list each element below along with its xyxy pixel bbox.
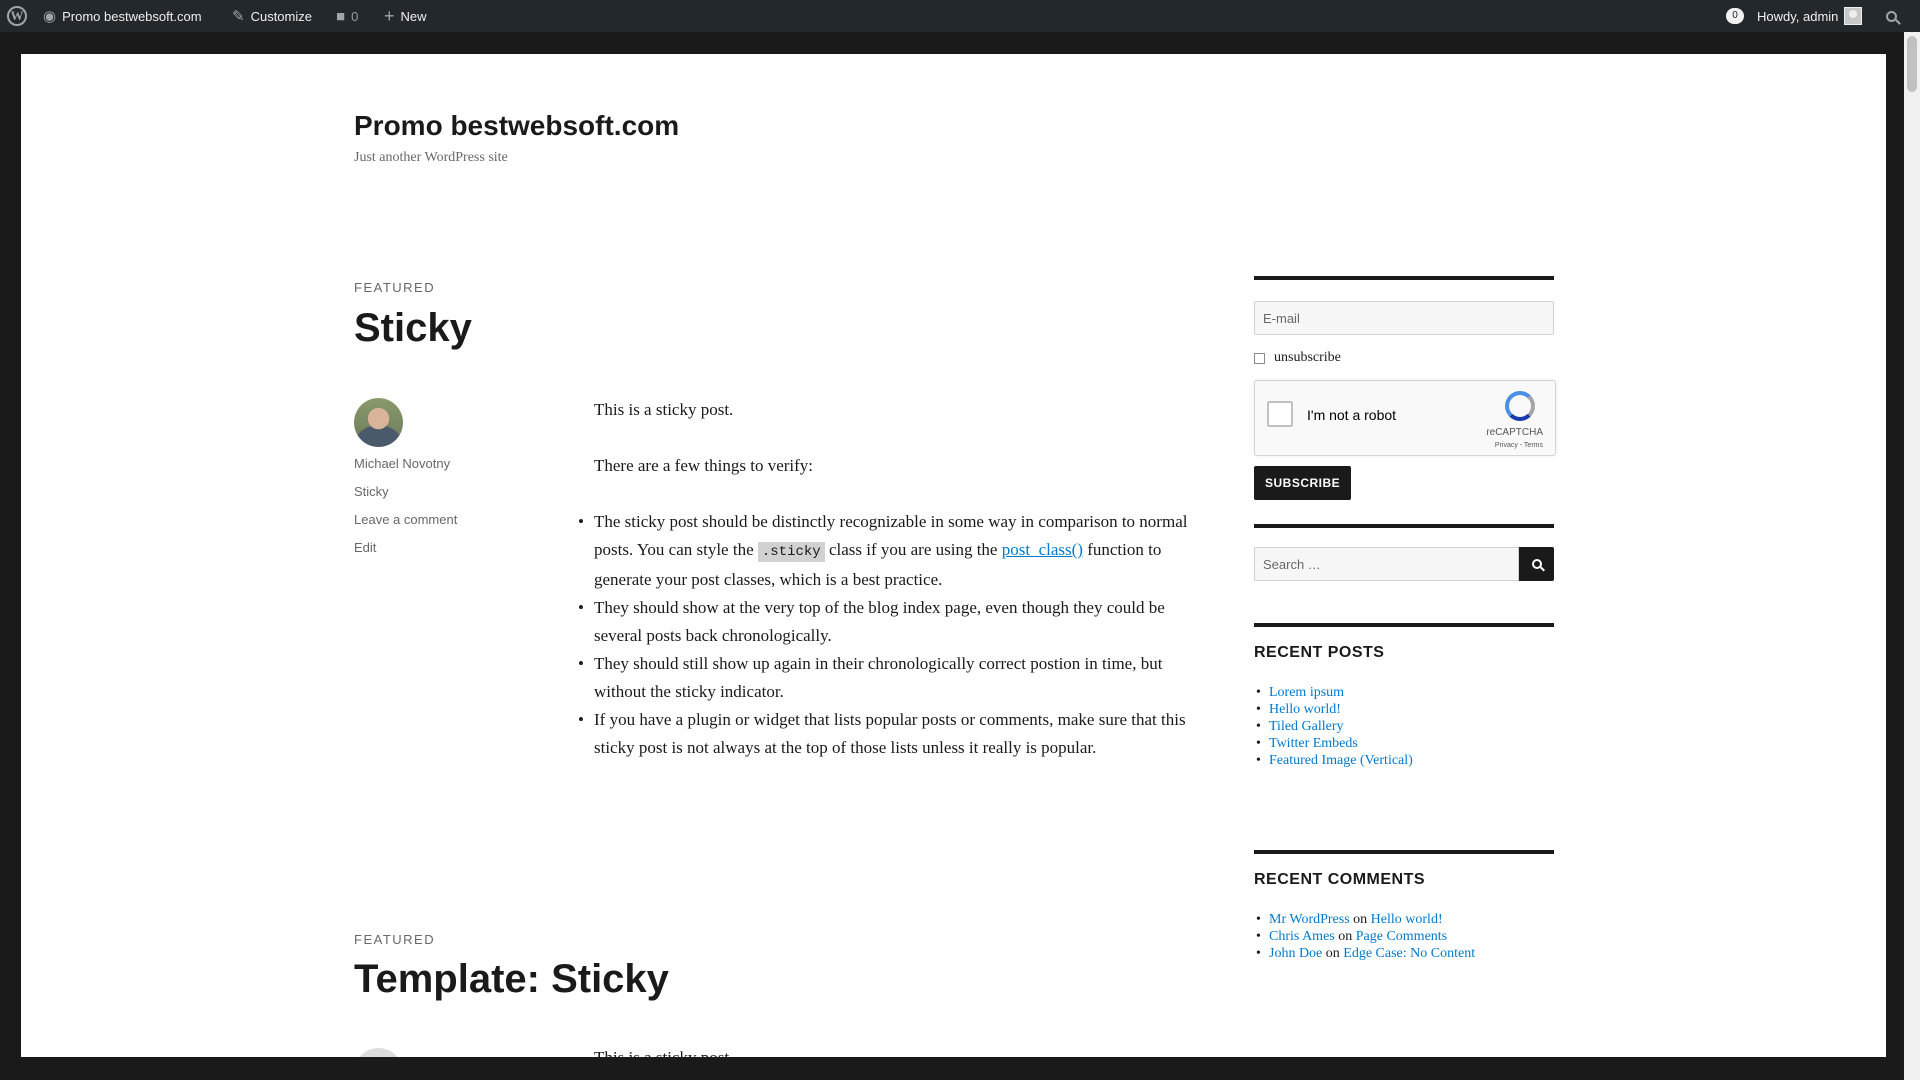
recaptcha-logo-icon <box>1505 391 1535 421</box>
updates-button[interactable]: 0 <box>1726 0 1744 32</box>
recent-post-link[interactable]: Lorem ipsum <box>1269 685 1344 700</box>
recent-comments-list: Mr WordPress on Hello world! Chris Ames … <box>1254 911 1475 962</box>
new-label: New <box>400 8 427 24</box>
comment-icon: ■ <box>336 7 346 25</box>
post-title[interactable]: Sticky <box>354 306 472 351</box>
list-item: Lorem ipsum <box>1254 684 1413 701</box>
post-paragraph: This is a sticky post. <box>594 1048 733 1057</box>
search-icon <box>1531 559 1542 569</box>
widget-divider <box>1254 524 1554 528</box>
comments-count: 0 <box>351 8 359 24</box>
recaptcha-widget: I'm not a robot reCAPTCHA Privacy - Term… <box>1254 380 1556 456</box>
unsubscribe-label: unsubscribe <box>1274 350 1341 365</box>
site-description: Just another WordPress site <box>354 150 508 165</box>
list-item: Mr WordPress on Hello world! <box>1254 911 1475 928</box>
user-avatar-icon <box>1844 7 1863 25</box>
adminbar-search-button[interactable] <box>1886 0 1897 32</box>
site-title[interactable]: Promo bestwebsoft.com <box>354 110 679 142</box>
comment-author-link[interactable]: Chris Ames <box>1269 929 1335 944</box>
bullet-item: If you have a plugin or widget that list… <box>578 706 1214 762</box>
recent-posts-list: Lorem ipsum Hello world! Tiled Gallery T… <box>1254 684 1413 769</box>
recaptcha-label: I'm not a robot <box>1307 407 1397 423</box>
checkbox-icon[interactable] <box>1254 352 1265 364</box>
post-bullet-list: The sticky post should be distinctly rec… <box>578 508 1214 762</box>
list-item: Featured Image (Vertical) <box>1254 752 1413 769</box>
recent-post-link[interactable]: Hello world! <box>1269 702 1341 717</box>
recent-comments-title: RECENT COMMENTS <box>1254 871 1426 888</box>
author-avatar <box>354 1048 403 1057</box>
list-item: Twitter Embeds <box>1254 735 1413 752</box>
search-icon <box>1886 10 1897 22</box>
page-content: Promo bestwebsoft.com Just another WordP… <box>21 54 1886 1057</box>
list-item: John Doe on Edge Case: No Content <box>1254 945 1475 962</box>
list-item: Hello world! <box>1254 701 1413 718</box>
comment-post-link[interactable]: Page Comments <box>1356 929 1447 944</box>
comment-post-link[interactable]: Edge Case: No Content <box>1343 946 1475 961</box>
list-item: Tiled Gallery <box>1254 718 1413 735</box>
featured-label: FEATURED <box>354 932 436 947</box>
bullet-item: They should show at the very top of the … <box>578 594 1214 650</box>
featured-label: FEATURED <box>354 280 436 295</box>
search-input[interactable]: Search … <box>1254 547 1519 581</box>
recent-posts-title: RECENT POSTS <box>1254 644 1385 661</box>
admin-bar: W ◉ Promo bestwebsoft.com ✎ Customize ■ … <box>0 0 1920 32</box>
list-item: Chris Ames on Page Comments <box>1254 928 1475 945</box>
post-paragraph: This is a sticky post. <box>594 400 734 419</box>
comment-author-link[interactable]: John Doe <box>1269 946 1322 961</box>
scrollbar-thumb[interactable] <box>1907 36 1917 92</box>
customize-label: Customize <box>250 8 312 24</box>
widget-divider <box>1254 850 1554 854</box>
comment-author-link[interactable]: Mr WordPress <box>1269 912 1350 927</box>
sticky-code: .sticky <box>757 542 825 562</box>
howdy-label: Howdy, admin <box>1757 8 1839 24</box>
author-link[interactable]: Michael Novotny <box>354 456 450 471</box>
site-name-label: Promo bestwebsoft.com <box>62 8 202 24</box>
page-scrollbar[interactable] <box>1904 32 1920 1080</box>
search-button[interactable] <box>1519 547 1554 581</box>
author-avatar <box>354 398 403 447</box>
recent-post-link[interactable]: Tiled Gallery <box>1269 719 1344 734</box>
updates-count: 0 <box>1726 8 1744 24</box>
wordpress-logo-icon: W <box>7 6 27 26</box>
recaptcha-brand: reCAPTCHA <box>1486 427 1543 438</box>
post-paragraph: There are a few things to verify: <box>594 456 814 475</box>
category-link[interactable]: Sticky <box>354 484 389 499</box>
plus-icon: + <box>384 5 395 26</box>
customize-button[interactable]: ✎ Customize <box>232 0 312 32</box>
recent-post-link[interactable]: Featured Image (Vertical) <box>1269 753 1413 768</box>
dashboard-icon: ◉ <box>43 8 57 25</box>
edit-link[interactable]: Edit <box>354 540 376 555</box>
brush-icon: ✎ <box>232 8 245 25</box>
recent-post-link[interactable]: Twitter Embeds <box>1269 736 1358 751</box>
widget-divider <box>1254 276 1554 280</box>
new-content-button[interactable]: + New <box>384 0 427 32</box>
comments-button[interactable]: ■ 0 <box>336 0 358 32</box>
site-name-menu[interactable]: ◉ Promo bestwebsoft.com <box>43 0 202 32</box>
recaptcha-terms-link[interactable]: Privacy - Terms <box>1495 442 1543 449</box>
user-menu[interactable]: Howdy, admin <box>1757 0 1863 32</box>
subscribe-button[interactable]: SUBSCRIBE <box>1254 466 1352 500</box>
comment-post-link[interactable]: Hello world! <box>1371 912 1443 927</box>
post-title[interactable]: Template: Sticky <box>354 957 669 1002</box>
bullet-item: They should still show up again in their… <box>578 650 1214 706</box>
post-content: This is a sticky post. There are a few t… <box>578 396 1214 762</box>
post-class-link[interactable]: post_class() <box>1002 540 1083 559</box>
unsubscribe-checkbox[interactable]: unsubscribe <box>1254 350 1341 366</box>
recaptcha-checkbox[interactable] <box>1267 401 1293 427</box>
email-field[interactable]: E-mail <box>1254 301 1554 335</box>
wordpress-logo-button[interactable]: W <box>7 0 27 32</box>
bullet-item: The sticky post should be distinctly rec… <box>578 508 1214 594</box>
comment-link[interactable]: Leave a comment <box>354 512 457 527</box>
widget-divider <box>1254 623 1554 627</box>
